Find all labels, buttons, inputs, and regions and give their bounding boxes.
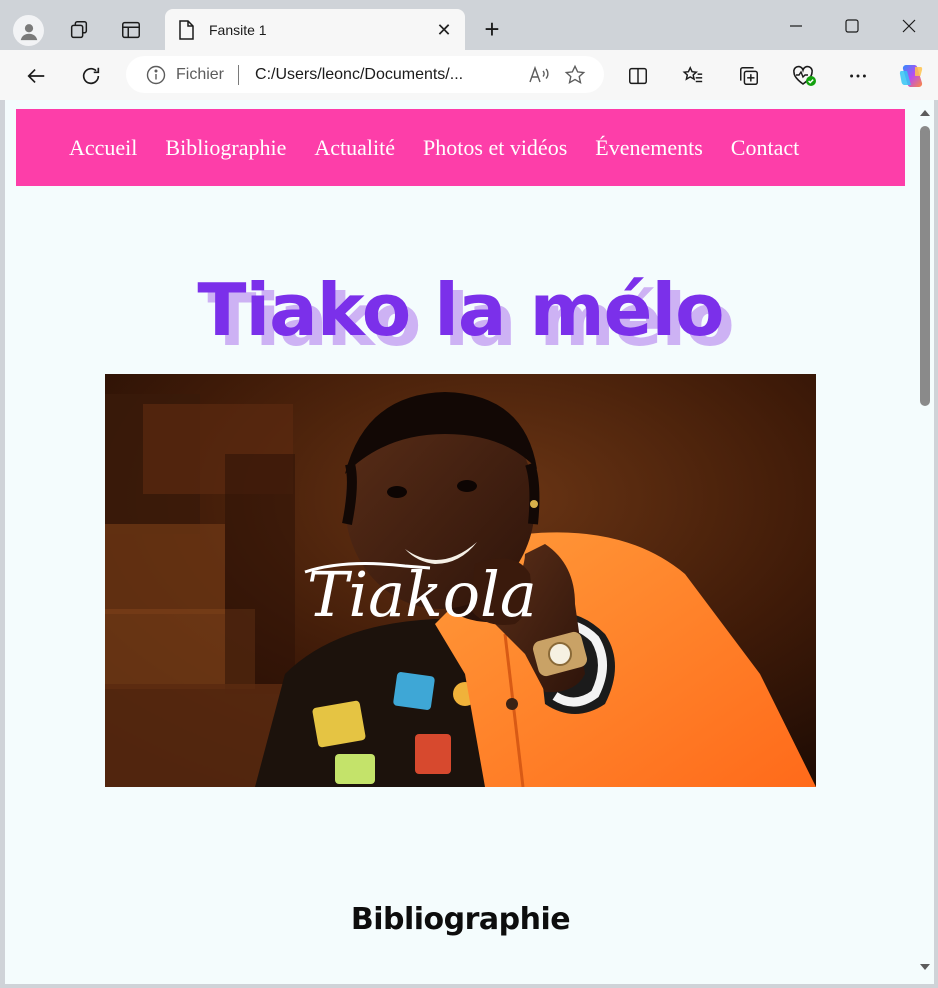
section-title-bibliographie: Bibliographie — [350, 902, 571, 937]
address-divider — [238, 64, 240, 85]
collections-icon[interactable] — [733, 60, 765, 92]
nav-link-accueil[interactable]: Accueil — [69, 135, 137, 161]
workspaces-icon[interactable] — [64, 15, 94, 45]
vertical-scrollbar[interactable] — [916, 100, 934, 984]
active-tab[interactable]: Fansite 1 ✕ — [165, 9, 465, 51]
page-viewport: Accueil Bibliographie Actualité Photos e… — [5, 100, 916, 984]
site-navbar: Accueil Bibliographie Actualité Photos e… — [16, 109, 905, 186]
tab-close-icon[interactable]: ✕ — [433, 19, 455, 41]
tab-title: Fansite 1 — [209, 22, 267, 38]
scroll-down-arrow-icon[interactable] — [919, 962, 931, 972]
profile-avatar-icon[interactable] — [13, 15, 44, 46]
close-window-icon[interactable] — [894, 12, 924, 40]
more-options-icon[interactable] — [842, 60, 874, 92]
browser-toolbar: Fichier C:/Users/leonc/Documents/... — [0, 50, 938, 100]
nav-link-evenements[interactable]: Évenements — [595, 135, 703, 161]
refresh-icon[interactable] — [75, 60, 107, 92]
nav-link-photos-videos[interactable]: Photos et vidéos — [423, 135, 567, 161]
minimize-icon[interactable] — [781, 12, 811, 40]
address-scheme: Fichier — [176, 65, 225, 83]
hero-photo: Tiakola — [105, 374, 816, 787]
maximize-icon[interactable] — [837, 12, 867, 40]
new-tab-button[interactable]: + — [478, 14, 506, 44]
address-bar[interactable]: Fichier C:/Users/leonc/Documents/... — [126, 56, 604, 93]
vertical-tabs-icon[interactable] — [116, 15, 146, 45]
nav-link-actualite[interactable]: Actualité — [314, 135, 395, 161]
info-icon[interactable] — [146, 65, 166, 85]
read-aloud-icon[interactable] — [524, 60, 554, 90]
favorites-icon[interactable] — [677, 60, 709, 92]
tiakola-signature-logo: Tiakola — [304, 558, 537, 631]
nav-link-bibliographie[interactable]: Bibliographie — [165, 135, 286, 161]
split-screen-icon[interactable] — [622, 60, 654, 92]
browser-tab-strip: Fansite 1 ✕ + — [0, 0, 938, 51]
scroll-thumb[interactable] — [920, 126, 930, 406]
copilot-icon[interactable] — [895, 60, 927, 92]
browser-essentials-icon[interactable] — [788, 60, 820, 92]
hero-title: Tiako la mélo — [197, 268, 724, 352]
favorite-star-icon[interactable] — [560, 60, 590, 90]
nav-link-contact[interactable]: Contact — [731, 135, 799, 161]
signature-text: Tiakola — [307, 558, 537, 631]
person-icon — [20, 23, 37, 40]
address-url[interactable]: C:/Users/leonc/Documents/... — [255, 66, 518, 84]
scroll-up-arrow-icon[interactable] — [919, 108, 931, 118]
back-arrow-icon[interactable] — [20, 60, 52, 92]
file-icon — [175, 19, 197, 41]
